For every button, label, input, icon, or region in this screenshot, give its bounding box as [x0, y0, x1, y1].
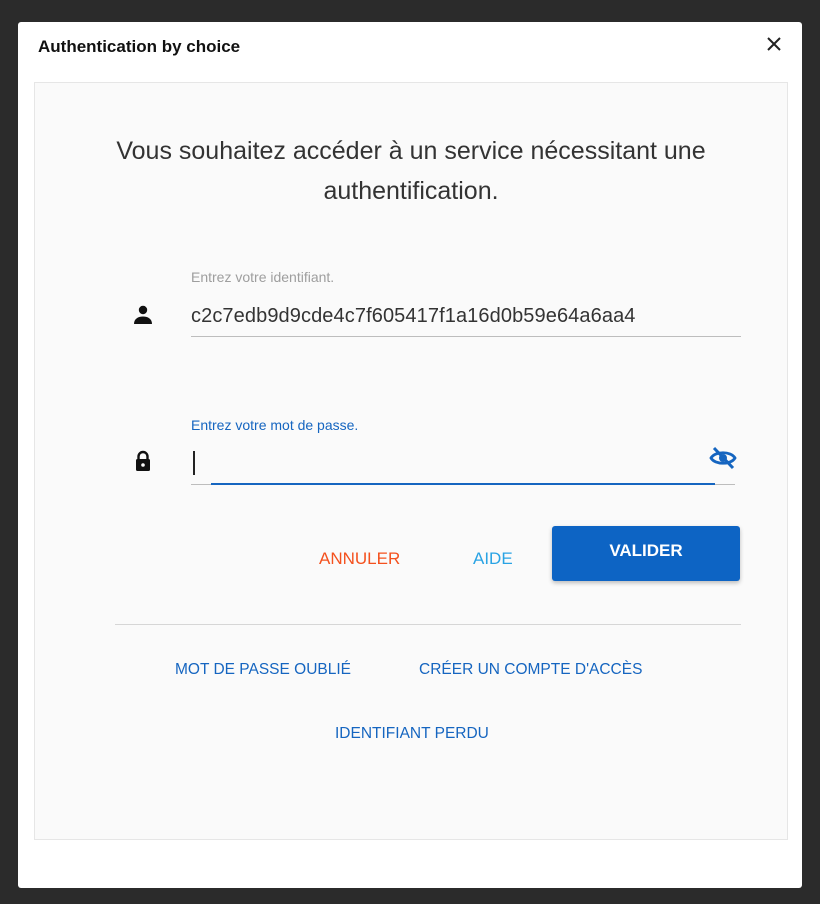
eye-off-icon[interactable] — [709, 445, 737, 471]
username-label: Entrez votre identifiant. — [191, 269, 335, 285]
help-button[interactable]: AIDE — [473, 549, 513, 569]
close-button[interactable] — [762, 32, 786, 56]
login-panel: Vous souhaitez accéder à un service néce… — [34, 82, 788, 840]
text-caret — [193, 451, 195, 475]
create-account-link[interactable]: CRÉER UN COMPTE D'ACCÈS — [419, 661, 642, 679]
close-icon[interactable] — [767, 37, 781, 51]
lock-icon — [136, 450, 150, 471]
password-label: Entrez votre mot de passe. — [191, 417, 359, 433]
divider — [115, 624, 741, 625]
cancel-button[interactable]: ANNULER — [319, 549, 400, 569]
person-icon — [134, 305, 152, 324]
submit-button[interactable]: VALIDER — [552, 526, 740, 581]
password-input[interactable] — [191, 445, 735, 485]
forgot-password-link[interactable]: MOT DE PASSE OUBLIÉ — [175, 661, 351, 679]
username-input[interactable]: c2c7edb9d9cde4c7f605417f1a16d0b59e64a6aa… — [191, 305, 741, 337]
authentication-dialog: Authentication by choice Vous souhaitez … — [18, 22, 802, 888]
page-heading: Vous souhaitez accéder à un service néce… — [116, 137, 706, 205]
focus-underline — [211, 483, 715, 485]
dialog-title: Authentication by choice — [38, 37, 241, 56]
lost-identifier-link[interactable]: IDENTIFIANT PERDU — [335, 725, 489, 743]
